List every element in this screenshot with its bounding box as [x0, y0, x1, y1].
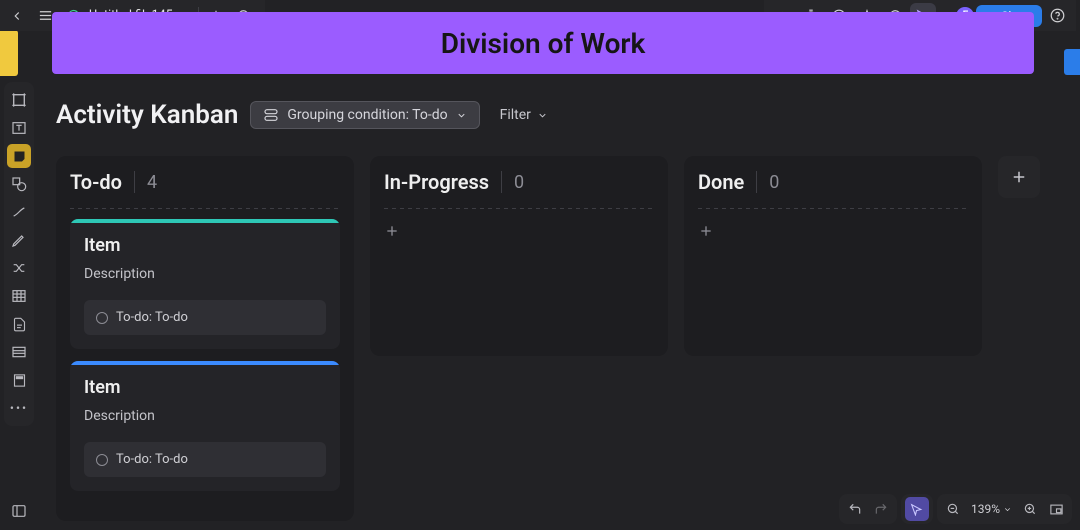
back-button[interactable] [4, 3, 30, 29]
card-tag-label: To-do: To-do [116, 310, 188, 325]
divider [70, 208, 340, 209]
grouping-icon [263, 107, 279, 123]
document-tool[interactable] [7, 312, 31, 336]
layers-toggle[interactable] [8, 500, 30, 522]
column-count: 0 [769, 172, 779, 193]
divider [384, 208, 654, 209]
filter-button[interactable]: Filter [492, 102, 556, 128]
left-accent-strip [0, 30, 18, 76]
shape-tool[interactable] [7, 172, 31, 196]
chevron-down-icon [1003, 505, 1012, 514]
undo-redo-group [839, 494, 897, 524]
bottom-right-bar: 139% [839, 494, 1072, 524]
minimap-button[interactable] [1044, 497, 1068, 521]
table-tool[interactable] [7, 284, 31, 308]
column-count: 0 [514, 172, 524, 193]
column-header: Done 0 [698, 170, 968, 194]
page-title: Activity Kanban [56, 100, 238, 130]
card-title: Item [84, 235, 326, 256]
card-tag: To-do: To-do [84, 442, 326, 477]
card-title: Item [84, 377, 326, 398]
frame-tool[interactable] [7, 88, 31, 112]
card-tag: To-do: To-do [84, 300, 326, 335]
column-header: In-Progress 0 [384, 170, 654, 194]
column-todo[interactable]: To-do 4 Item Description To-do: To-do It… [56, 156, 354, 521]
ellipsis-icon: ••• [10, 401, 28, 415]
column-title: Done [698, 170, 744, 194]
separator [756, 171, 757, 193]
list-tool[interactable] [7, 340, 31, 364]
card[interactable]: Item Description To-do: To-do [70, 219, 340, 349]
redo-button[interactable] [869, 497, 893, 521]
connector-tool[interactable] [7, 200, 31, 224]
card-tag-label: To-do: To-do [116, 452, 188, 467]
left-tool-rail: ••• [4, 82, 34, 426]
card[interactable]: Item Description To-do: To-do [70, 361, 340, 491]
zoom-in-button[interactable] [1018, 497, 1042, 521]
separator [134, 171, 135, 193]
pointer-group [901, 494, 933, 524]
shuffle-tool[interactable] [7, 256, 31, 280]
filter-label: Filter [500, 107, 531, 123]
kanban-board: To-do 4 Item Description To-do: To-do It… [56, 156, 1050, 530]
banner[interactable]: Division of Work [52, 12, 1034, 74]
sticky-note-tool[interactable] [7, 144, 31, 168]
column-inprogress[interactable]: In-Progress 0 [370, 156, 668, 356]
plus-icon [1010, 168, 1028, 186]
banner-title: Division of Work [441, 27, 646, 60]
status-circle-icon [96, 454, 108, 466]
column-count: 4 [147, 172, 157, 193]
zoom-level[interactable]: 139% [967, 502, 1016, 516]
column-title: To-do [70, 170, 122, 194]
card-description: Description [84, 408, 326, 424]
grouping-label: Grouping condition: To-do [287, 107, 447, 123]
zoom-group: 139% [937, 494, 1072, 524]
column-title: In-Progress [384, 170, 489, 194]
zoom-out-button[interactable] [941, 497, 965, 521]
pointer-mode-button[interactable] [905, 497, 929, 521]
divider [698, 208, 968, 209]
pen-tool[interactable] [7, 228, 31, 252]
undo-button[interactable] [843, 497, 867, 521]
plus-icon [698, 223, 714, 239]
card-description: Description [84, 266, 326, 282]
heading-row: Activity Kanban Grouping condition: To-d… [56, 100, 556, 130]
chevron-down-icon [537, 110, 548, 121]
column-header: To-do 4 [70, 170, 340, 194]
plus-icon [384, 223, 400, 239]
right-accent-strip [1064, 49, 1080, 75]
separator [501, 171, 502, 193]
chevron-down-icon [456, 110, 467, 121]
template-tool[interactable] [7, 368, 31, 392]
help-button[interactable] [1044, 3, 1070, 29]
add-card-button[interactable] [698, 219, 968, 243]
text-tool[interactable] [7, 116, 31, 140]
column-done[interactable]: Done 0 [684, 156, 982, 356]
more-tools-button[interactable]: ••• [7, 396, 31, 420]
add-card-button[interactable] [384, 219, 654, 243]
grouping-chip[interactable]: Grouping condition: To-do [250, 101, 479, 129]
status-circle-icon [96, 312, 108, 324]
add-column-button[interactable] [998, 156, 1040, 198]
